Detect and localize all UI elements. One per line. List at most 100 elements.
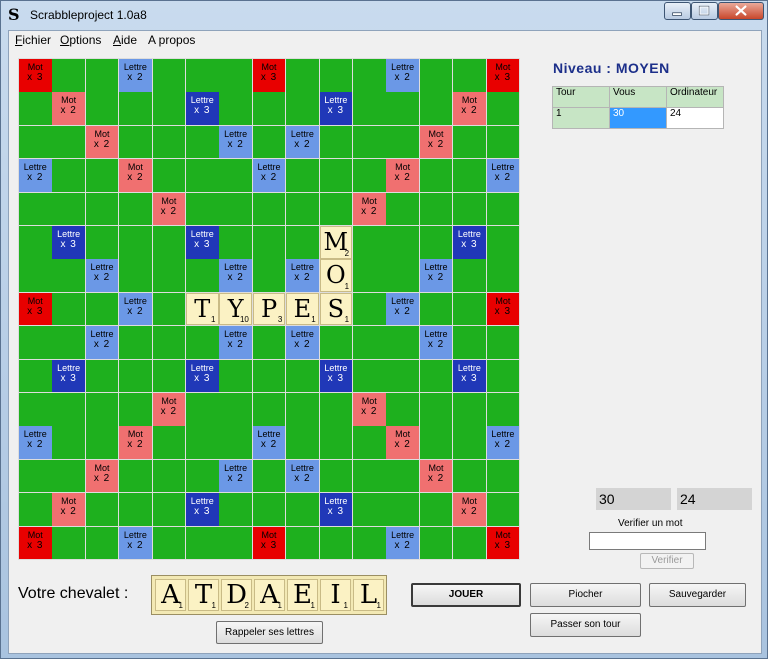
board-cell[interactable] <box>219 526 252 560</box>
board-cell[interactable] <box>286 59 319 92</box>
board-cell-lettre-x3[interactable]: Lettre x 3 <box>186 92 219 125</box>
board-cell-mot-x2[interactable]: Mot x 2 <box>85 459 119 493</box>
board-cell-mot-x3[interactable]: Mot x 3 <box>486 292 520 326</box>
board-cell[interactable] <box>19 125 52 159</box>
board-cell[interactable] <box>85 359 119 393</box>
board-cell[interactable] <box>319 393 353 426</box>
board-cell-mot-x2[interactable]: Mot x 2 <box>353 192 386 226</box>
board-cell[interactable] <box>52 393 85 426</box>
board-cell[interactable] <box>219 359 252 393</box>
board-cell[interactable] <box>419 393 453 426</box>
board-cell[interactable] <box>286 159 319 192</box>
board-cell-lettre-x2[interactable]: Lettre x 2 <box>219 125 252 159</box>
board-cell-lettre-x2[interactable]: Lettre x 2 <box>85 259 119 292</box>
rack-tile-a[interactable]: A1 <box>155 579 186 611</box>
board-cell-mot-x2[interactable]: Mot x 2 <box>152 192 186 226</box>
board-cell[interactable] <box>186 192 219 226</box>
rack-tile-a[interactable]: A1 <box>254 579 285 611</box>
board-cell[interactable] <box>85 426 119 459</box>
board-cell[interactable] <box>186 159 219 192</box>
board-cell-lettre-x3[interactable]: Lettre x 3 <box>319 92 353 125</box>
rack-tile-l[interactable]: L1 <box>353 579 384 611</box>
board-cell[interactable] <box>319 59 353 92</box>
board-cell[interactable] <box>252 192 286 226</box>
board-cell[interactable] <box>252 359 286 393</box>
board-cell[interactable] <box>386 92 419 125</box>
board-cell[interactable] <box>152 359 186 393</box>
board-cell[interactable] <box>486 92 520 125</box>
board-cell[interactable] <box>219 59 252 92</box>
board-cell[interactable] <box>186 125 219 159</box>
board-cell-lettre-x2[interactable]: Lettre x 2 <box>19 426 52 459</box>
board-tile-e[interactable]: E1 <box>286 292 319 326</box>
board-cell[interactable] <box>52 426 85 459</box>
board-cell-mot-x2[interactable]: Mot x 2 <box>119 426 152 459</box>
board-cell[interactable] <box>152 526 186 560</box>
board-cell[interactable] <box>52 159 85 192</box>
board-cell[interactable] <box>19 459 52 493</box>
board-cell-mot-x2[interactable]: Mot x 2 <box>419 125 453 159</box>
board-cell[interactable] <box>119 92 152 125</box>
board-cell-lettre-x3[interactable]: Lettre x 3 <box>319 359 353 393</box>
board-cell[interactable] <box>453 292 486 326</box>
board-cell[interactable] <box>85 393 119 426</box>
board-cell[interactable] <box>85 292 119 326</box>
board-cell[interactable] <box>186 393 219 426</box>
board-cell[interactable] <box>119 125 152 159</box>
board-cell[interactable] <box>486 326 520 359</box>
board-cell[interactable] <box>52 326 85 359</box>
board-cell[interactable] <box>186 459 219 493</box>
board-cell[interactable] <box>19 493 52 526</box>
board-cell-lettre-x2[interactable]: Lettre x 2 <box>119 292 152 326</box>
board-cell[interactable] <box>119 459 152 493</box>
board-cell[interactable] <box>186 526 219 560</box>
board-cell[interactable] <box>219 426 252 459</box>
board-cell[interactable] <box>119 493 152 526</box>
board-cell[interactable] <box>186 259 219 292</box>
board-cell[interactable] <box>319 125 353 159</box>
board-cell[interactable] <box>419 526 453 560</box>
board-cell-lettre-x2[interactable]: Lettre x 2 <box>386 292 419 326</box>
verify-word-input[interactable] <box>589 532 706 550</box>
board-cell[interactable] <box>286 526 319 560</box>
board-cell-mot-x2[interactable]: Mot x 2 <box>52 493 85 526</box>
minimize-button[interactable] <box>664 2 691 20</box>
board-cell[interactable] <box>353 526 386 560</box>
board-cell[interactable] <box>152 92 186 125</box>
board-cell[interactable] <box>353 426 386 459</box>
board-cell-lettre-x3[interactable]: Lettre x 3 <box>186 493 219 526</box>
rack-tile-d[interactable]: D2 <box>221 579 252 611</box>
board-cell-lettre-x2[interactable]: Lettre x 2 <box>386 526 419 560</box>
board-cell[interactable] <box>152 159 186 192</box>
board-cell-mot-x2[interactable]: Mot x 2 <box>152 393 186 426</box>
board-cell[interactable] <box>419 59 453 92</box>
board-cell[interactable] <box>319 526 353 560</box>
board-cell[interactable] <box>85 159 119 192</box>
board-cell[interactable] <box>119 393 152 426</box>
board-cell-lettre-x2[interactable]: Lettre x 2 <box>119 59 152 92</box>
board-cell[interactable] <box>319 426 353 459</box>
board-cell-mot-x2[interactable]: Mot x 2 <box>453 92 486 125</box>
board-cell-mot-x2[interactable]: Mot x 2 <box>119 159 152 192</box>
board-cell[interactable] <box>85 92 119 125</box>
board-cell[interactable] <box>286 493 319 526</box>
board-cell[interactable] <box>453 59 486 92</box>
title-bar[interactable]: S Scrabbleproject 1.0a8 <box>1 1 767 29</box>
board-cell[interactable] <box>386 393 419 426</box>
board-cell-mot-x3[interactable]: Mot x 3 <box>486 59 520 92</box>
board-cell[interactable] <box>419 159 453 192</box>
board-cell[interactable] <box>186 59 219 92</box>
board-cell[interactable] <box>85 59 119 92</box>
board-cell[interactable] <box>353 326 386 359</box>
board-cell-lettre-x3[interactable]: Lettre x 3 <box>186 226 219 259</box>
board-cell-lettre-x2[interactable]: Lettre x 2 <box>286 125 319 159</box>
board-cell[interactable] <box>486 192 520 226</box>
board-cell[interactable] <box>386 459 419 493</box>
maximize-button[interactable] <box>691 2 718 20</box>
board-cell-lettre-x2[interactable]: Lettre x 2 <box>219 459 252 493</box>
cell-tour[interactable]: 1 <box>552 107 610 129</box>
board-cell[interactable] <box>219 92 252 125</box>
board-cell[interactable] <box>119 326 152 359</box>
draw-button[interactable]: Piocher <box>530 583 641 607</box>
board-cell-lettre-x2[interactable]: Lettre x 2 <box>286 326 319 359</box>
